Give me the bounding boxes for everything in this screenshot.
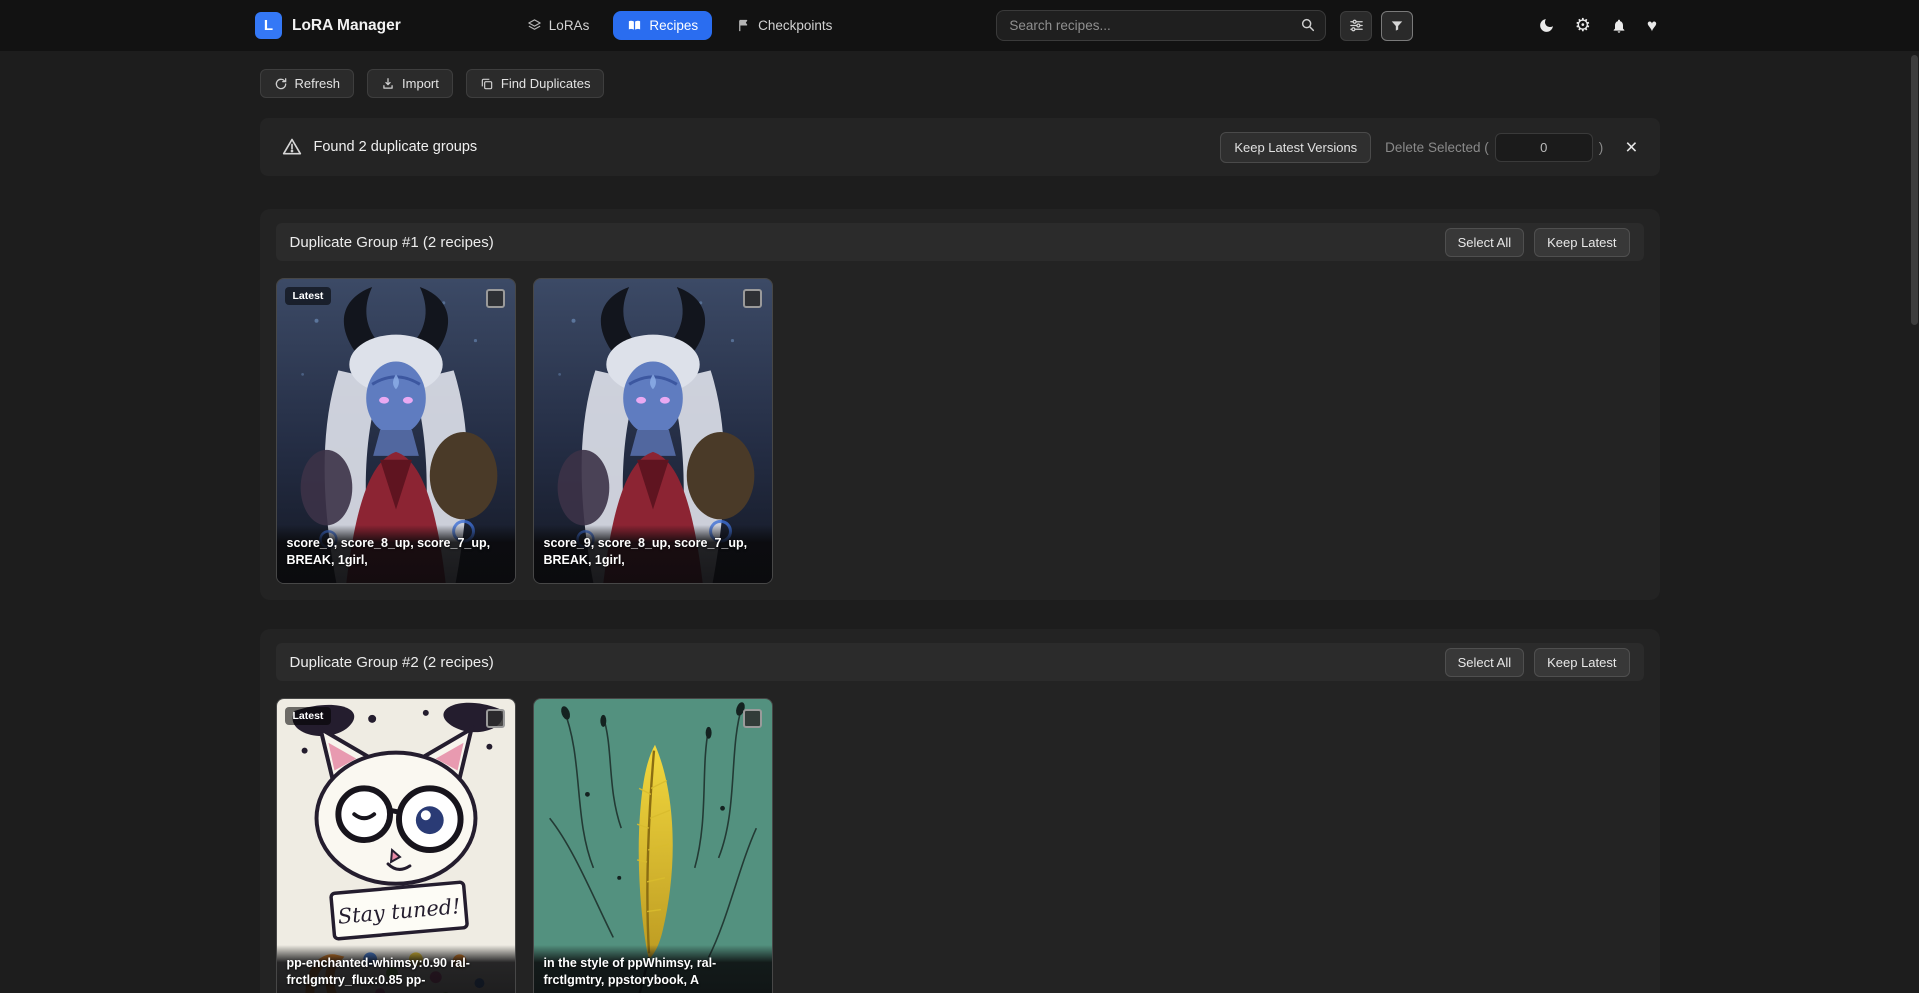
recipe-caption: in the style of ppWhimsy, ral-frctlgmtry… bbox=[534, 945, 772, 993]
recipe-cards: Latest score_9, score_8_up, score_7_up, … bbox=[276, 278, 1644, 584]
refresh-button[interactable]: Refresh bbox=[260, 69, 355, 98]
banner-message: Found 2 duplicate groups bbox=[314, 139, 478, 155]
nav-label: LoRAs bbox=[549, 18, 590, 33]
heart-icon: ♥ bbox=[1647, 16, 1657, 36]
header: L LoRA Manager LoRAs Recipes Checkpoints bbox=[0, 0, 1919, 51]
bell-icon bbox=[1611, 18, 1627, 34]
layers-icon bbox=[527, 18, 542, 33]
recipe-cards: Latest pp-enchanted-whimsy:0.90 ral-frct… bbox=[276, 698, 1644, 993]
select-checkbox[interactable] bbox=[743, 289, 762, 308]
search bbox=[996, 10, 1326, 41]
nav-label: Checkpoints bbox=[758, 18, 832, 33]
settings-button[interactable]: ⚙ bbox=[1575, 15, 1591, 36]
delete-selected-suffix: ) bbox=[1599, 140, 1604, 155]
select-all-button[interactable]: Select All bbox=[1445, 228, 1524, 257]
group-actions: Select All Keep Latest bbox=[1445, 648, 1630, 677]
import-button[interactable]: Import bbox=[367, 69, 453, 98]
keep-latest-versions-button[interactable]: Keep Latest Versions bbox=[1220, 132, 1371, 163]
delete-selected-prefix: Delete Selected ( bbox=[1385, 140, 1489, 155]
find-duplicates-button[interactable]: Find Duplicates bbox=[466, 69, 605, 98]
theme-toggle-button[interactable] bbox=[1538, 17, 1555, 34]
recipe-caption: score_9, score_8_up, score_7_up, BREAK, … bbox=[277, 525, 515, 583]
group-title: Duplicate Group #1 (2 recipes) bbox=[290, 234, 494, 251]
find-duplicates-label: Find Duplicates bbox=[501, 76, 591, 91]
nav-label: Recipes bbox=[649, 18, 698, 33]
refresh-label: Refresh bbox=[295, 76, 341, 91]
import-label: Import bbox=[402, 76, 439, 91]
keep-latest-button[interactable]: Keep Latest bbox=[1534, 228, 1629, 257]
duplicate-group-1: Duplicate Group #1 (2 recipes) Select Al… bbox=[260, 209, 1660, 600]
group-header: Duplicate Group #1 (2 recipes) Select Al… bbox=[276, 223, 1644, 261]
app-logo-icon[interactable]: L bbox=[255, 12, 282, 39]
keep-latest-button[interactable]: Keep Latest bbox=[1534, 648, 1629, 677]
search-icon[interactable] bbox=[1300, 17, 1316, 38]
copy-stack-icon bbox=[480, 77, 494, 91]
recipe-card[interactable]: Latest score_9, score_8_up, score_7_up, … bbox=[276, 278, 516, 584]
recipe-card[interactable]: score_9, score_8_up, score_7_up, BREAK, … bbox=[533, 278, 773, 584]
header-filter-buttons bbox=[1340, 11, 1413, 41]
book-icon bbox=[627, 18, 642, 33]
refresh-icon bbox=[274, 77, 288, 91]
select-checkbox[interactable] bbox=[486, 709, 505, 728]
toolbar: Refresh Import Find Duplicates bbox=[260, 69, 1660, 98]
main-nav: LoRAs Recipes Checkpoints bbox=[513, 11, 847, 40]
duplicate-group-2: Duplicate Group #2 (2 recipes) Select Al… bbox=[260, 629, 1660, 993]
app-title: LoRA Manager bbox=[292, 17, 401, 35]
latest-badge: Latest bbox=[285, 707, 332, 725]
nav-tab-loras[interactable]: LoRAs bbox=[513, 11, 604, 40]
header-actions: ⚙ ♥ bbox=[1538, 15, 1657, 36]
group-title: Duplicate Group #2 (2 recipes) bbox=[290, 654, 494, 671]
nav-tab-recipes[interactable]: Recipes bbox=[613, 11, 712, 40]
gear-icon: ⚙ bbox=[1575, 15, 1591, 36]
selected-count-input[interactable] bbox=[1495, 133, 1593, 162]
scrollbar-thumb[interactable] bbox=[1911, 55, 1918, 325]
group-actions: Select All Keep Latest bbox=[1445, 228, 1630, 257]
select-checkbox[interactable] bbox=[486, 289, 505, 308]
group-header: Duplicate Group #2 (2 recipes) Select Al… bbox=[276, 643, 1644, 681]
support-button[interactable]: ♥ bbox=[1647, 16, 1657, 36]
main-content: Refresh Import Find Duplicates Found 2 d… bbox=[260, 69, 1660, 993]
nav-tab-checkpoints[interactable]: Checkpoints bbox=[722, 11, 846, 40]
search-input[interactable] bbox=[996, 10, 1326, 41]
moon-icon bbox=[1538, 17, 1555, 34]
recipe-card[interactable]: in the style of ppWhimsy, ral-frctlgmtry… bbox=[533, 698, 773, 993]
recipe-card[interactable]: Latest pp-enchanted-whimsy:0.90 ral-frct… bbox=[276, 698, 516, 993]
banner-actions: Keep Latest Versions Delete Selected ( )… bbox=[1220, 132, 1637, 163]
funnel-filter-button[interactable] bbox=[1381, 11, 1413, 41]
brand: L LoRA Manager bbox=[255, 12, 401, 39]
banner-close-icon[interactable]: × bbox=[1625, 137, 1637, 158]
flag-icon bbox=[736, 18, 751, 33]
import-icon bbox=[381, 77, 395, 91]
recipe-caption: score_9, score_8_up, score_7_up, BREAK, … bbox=[534, 525, 772, 583]
latest-badge: Latest bbox=[285, 287, 332, 305]
recipe-caption: pp-enchanted-whimsy:0.90 ral-frctlgmtry_… bbox=[277, 945, 515, 993]
notifications-button[interactable] bbox=[1611, 18, 1627, 34]
sliders-filter-button[interactable] bbox=[1340, 11, 1372, 41]
funnel-icon bbox=[1390, 19, 1404, 33]
duplicates-banner: Found 2 duplicate groups Keep Latest Ver… bbox=[260, 118, 1660, 176]
sliders-icon bbox=[1349, 18, 1364, 33]
warning-icon bbox=[282, 137, 302, 157]
select-checkbox[interactable] bbox=[743, 709, 762, 728]
delete-selected-group: Delete Selected ( ) bbox=[1385, 133, 1603, 162]
select-all-button[interactable]: Select All bbox=[1445, 648, 1524, 677]
